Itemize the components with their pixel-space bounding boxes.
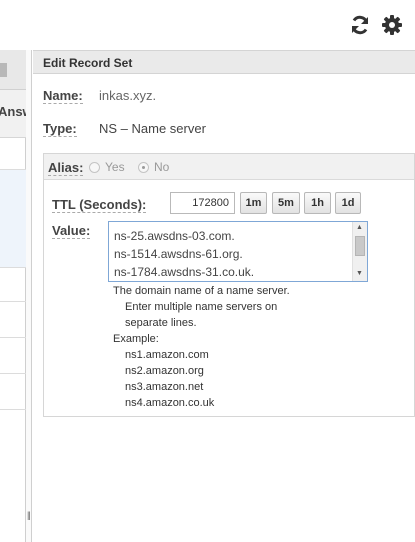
value-line: ns-1784.awsdns-31.co.uk. [114,265,255,279]
value-help-text: separate lines. [125,317,197,329]
splitter-grip-icon[interactable]: || [27,510,31,520]
value-scrollbar[interactable]: ▲ ▼ [352,222,367,281]
type-value: NS – Name server [99,121,206,136]
panel-splitter[interactable]: || [26,50,32,542]
value-help-text: The domain name of a name server. [113,285,290,297]
edit-record-set-panel: Edit Record Set Name: inkas.xyz. Type: N… [33,50,415,542]
alias-section: Alias: Yes No TTL (Seconds): 172800 1m 5… [43,153,415,417]
alias-yes-radio[interactable] [89,162,100,173]
record-list-toolbar [0,50,26,90]
panel-header: Edit Record Set [33,50,415,74]
scroll-down-icon[interactable]: ▼ [356,270,363,277]
table-row[interactable] [0,338,26,374]
value-line: ns-25.awsdns-03.com. [114,229,235,243]
top-toolbar [349,14,403,36]
value-line: ns-1514.awsdns-61.org. [114,247,243,261]
alias-label: Alias: [48,160,84,176]
table-row[interactable] [0,138,26,170]
ttl-1d-button[interactable]: 1d [335,192,361,214]
value-help-text: Enter multiple name servers on [125,301,278,313]
value-help-example: ns1.amazon.com [125,349,209,361]
table-row[interactable] [0,374,26,410]
value-label: Value: [52,223,91,239]
panel-title: Edit Record Set [43,56,133,70]
alias-no-radio[interactable] [138,162,149,173]
name-value: inkas.xyz. [99,88,157,103]
gear-icon[interactable] [381,14,403,36]
value-textarea[interactable]: ns-25.awsdns-03.com. ns-1514.awsdns-61.o… [108,221,368,282]
scroll-up-icon[interactable]: ▲ [356,224,363,231]
name-label: Name: [43,88,83,104]
type-label: Type: [43,121,77,137]
table-row[interactable] [0,268,26,302]
table-row-selected[interactable] [0,170,26,268]
record-list-panel: Answ [0,50,26,542]
value-help-example: ns2.amazon.org [125,365,204,377]
value-help-example: ns4.amazon.co.uk [125,397,215,409]
alias-bar: Alias: Yes No [44,154,414,180]
ttl-1h-button[interactable]: 1h [304,192,331,214]
ttl-1m-button[interactable]: 1m [240,192,267,214]
alias-no-label: No [154,160,170,174]
ttl-input[interactable]: 172800 [170,192,235,214]
toolbar-button-partial[interactable] [0,63,7,77]
table-row[interactable] [0,302,26,338]
scroll-thumb[interactable] [355,236,365,256]
record-list-column-header[interactable]: Answ [0,90,26,138]
alias-yes-label: Yes [105,160,125,174]
value-help-example: ns3.amazon.net [125,381,204,393]
value-help-example-label: Example: [113,333,159,345]
ttl-5m-button[interactable]: 5m [272,192,300,214]
refresh-icon[interactable] [349,14,371,36]
ttl-label: TTL (Seconds): [52,197,147,213]
column-header-answer: Answ [0,104,26,119]
